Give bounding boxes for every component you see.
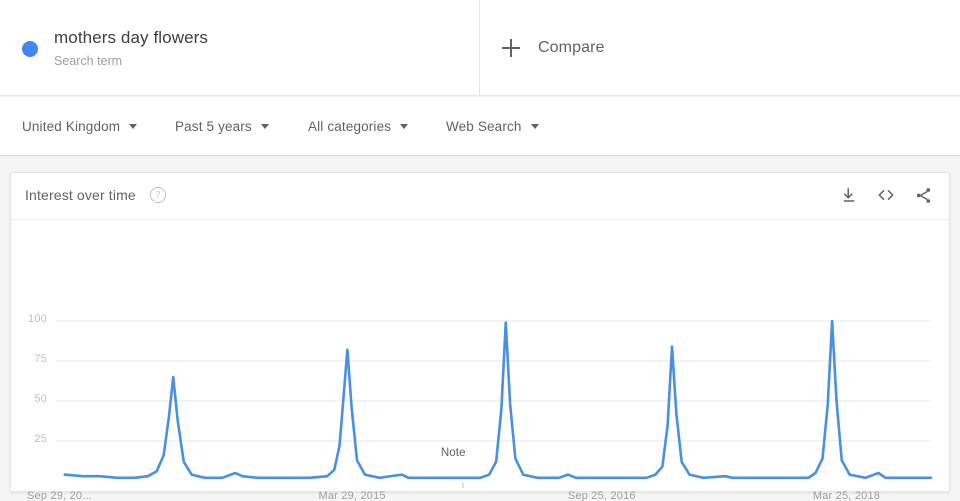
filter-time-range-label: Past 5 years <box>175 118 252 134</box>
card-header: Interest over time ? <box>11 173 949 220</box>
x-axis-label-3: Mar 25, 2018 <box>812 490 881 501</box>
compare-panel[interactable]: Compare <box>480 0 960 96</box>
filter-category[interactable]: All categories <box>308 97 409 155</box>
share-icon[interactable] <box>914 186 933 205</box>
y-axis-label-50: 50 <box>34 393 47 405</box>
search-term-panel[interactable]: mothers day flowers Search term <box>0 0 480 96</box>
chart-note-annotation[interactable]: Note <box>441 447 466 459</box>
plus-icon <box>502 39 520 57</box>
chevron-down-icon <box>260 123 269 129</box>
search-term-title: mothers day flowers <box>54 27 209 47</box>
chart-plot <box>56 319 933 488</box>
series-color-dot-icon <box>22 41 38 57</box>
search-term-subtitle: Search term <box>54 53 123 68</box>
interest-over-time-card: Interest over time ? 100 75 50 25 Sep 29… <box>10 172 951 501</box>
trends-chart[interactable]: 100 75 50 25 Sep 29, 20... Mar 29, 2015 … <box>11 220 951 501</box>
filter-search-type[interactable]: Web Search <box>446 97 539 155</box>
trends-page: mothers day flowers Search term Compare … <box>0 0 960 501</box>
card-actions <box>840 185 933 205</box>
compare-label: Compare <box>538 39 605 56</box>
search-term-bar: mothers day flowers Search term Compare <box>0 0 960 96</box>
download-icon[interactable] <box>840 186 858 204</box>
card-title: Interest over time <box>25 187 136 203</box>
x-axis-label-2: Sep 25, 2016 <box>567 490 636 501</box>
filter-location[interactable]: United Kingdom <box>22 97 138 155</box>
x-axis-label-0: Sep 29, 20... <box>27 490 92 501</box>
filter-location-label: United Kingdom <box>22 118 121 134</box>
chevron-down-icon <box>530 123 539 129</box>
filter-category-label: All categories <box>308 118 392 134</box>
chevron-down-icon <box>400 123 409 129</box>
filter-search-type-label: Web Search <box>446 118 522 134</box>
embed-code-icon[interactable] <box>876 185 896 205</box>
y-axis-label-75: 75 <box>34 353 47 365</box>
y-axis-label-100: 100 <box>28 313 47 325</box>
x-axis-label-1: Mar 29, 2015 <box>318 490 386 501</box>
help-circle-icon[interactable]: ? <box>150 187 166 203</box>
filter-time-range[interactable]: Past 5 years <box>175 97 269 155</box>
filter-bar: United Kingdom Past 5 years All categori… <box>0 97 960 156</box>
chevron-down-icon <box>129 123 138 129</box>
add-comparison-button[interactable]: Compare <box>502 39 605 57</box>
y-axis-label-25: 25 <box>34 433 47 445</box>
